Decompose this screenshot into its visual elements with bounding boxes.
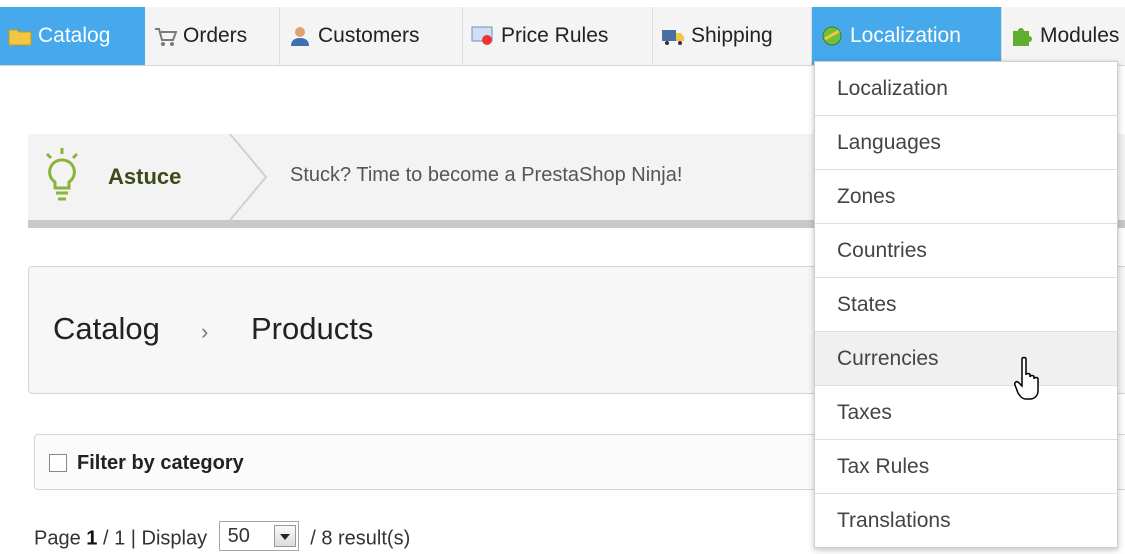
menu-item-taxes[interactable]: Taxes (815, 386, 1117, 440)
main-nav: Catalog Orders Customers Price Rules Shi… (0, 7, 1125, 66)
chevron-right-icon: › (201, 319, 209, 344)
menu-item-zones[interactable]: Zones (815, 170, 1117, 224)
chevron-down-icon[interactable] (273, 525, 296, 547)
nav-tab-label: Shipping (691, 24, 773, 47)
nav-tab-label: Orders (183, 24, 248, 47)
nav-tab-shipping[interactable]: Shipping (653, 7, 812, 65)
menu-item-states[interactable]: States (815, 278, 1117, 332)
display-count-select[interactable]: 50 (218, 521, 299, 551)
hand-pointer-icon (1014, 356, 1039, 400)
nav-tab-label: Catalog (38, 24, 111, 47)
nav-tab-label: Price Rules (501, 24, 609, 47)
user-icon (291, 27, 309, 46)
breadcrumb-section[interactable]: Catalog (53, 311, 160, 347)
globe-icon (822, 26, 842, 46)
nav-tab-catalog[interactable]: Catalog (0, 7, 145, 65)
tip-text[interactable]: Stuck? Time to become a PrestaShop Ninja… (290, 164, 682, 187)
page-title: Products (251, 311, 374, 346)
menu-item-localization[interactable]: Localization (815, 62, 1117, 116)
price-tag-icon (471, 26, 493, 45)
truck-icon (662, 30, 684, 45)
filter-category-checkbox[interactable] (49, 454, 67, 472)
filter-category-label[interactable]: Filter by category (77, 452, 244, 475)
puzzle-icon (1013, 28, 1032, 46)
menu-item-languages[interactable]: Languages (815, 116, 1117, 170)
folder-icon (8, 29, 32, 46)
menu-item-currencies[interactable]: Currencies (815, 332, 1117, 386)
nav-tab-price-rules[interactable]: Price Rules (463, 7, 653, 65)
nav-tab-customers[interactable]: Customers (280, 7, 463, 65)
page-prefix: Page (34, 527, 81, 550)
display-count-value: 50 (227, 525, 250, 547)
nav-tab-modules[interactable]: Modules (1002, 7, 1125, 65)
current-page: 1 (86, 527, 98, 550)
tip-title: Astuce (108, 164, 182, 189)
lightbulb-icon (45, 148, 79, 201)
tip-divider-chevron (229, 134, 268, 220)
menu-item-translations[interactable]: Translations (815, 494, 1117, 548)
menu-item-countries[interactable]: Countries (815, 224, 1117, 278)
menu-item-tax-rules[interactable]: Tax Rules (815, 440, 1117, 494)
result-count: / 8 result(s) (310, 527, 411, 550)
nav-tab-label: Customers (318, 24, 420, 47)
pagination: Page 1 / 1 | Display 50 / 8 result(s) (34, 521, 411, 554)
cart-icon (155, 28, 177, 46)
nav-tab-label: Localization (850, 24, 961, 47)
nav-tab-orders[interactable]: Orders (145, 7, 280, 65)
localization-dropdown: Localization Languages Zones Countries S… (814, 61, 1118, 548)
nav-tab-label: Modules (1040, 24, 1120, 47)
nav-tab-localization[interactable]: Localization (812, 7, 1002, 65)
page-total: / 1 | Display (102, 527, 208, 550)
